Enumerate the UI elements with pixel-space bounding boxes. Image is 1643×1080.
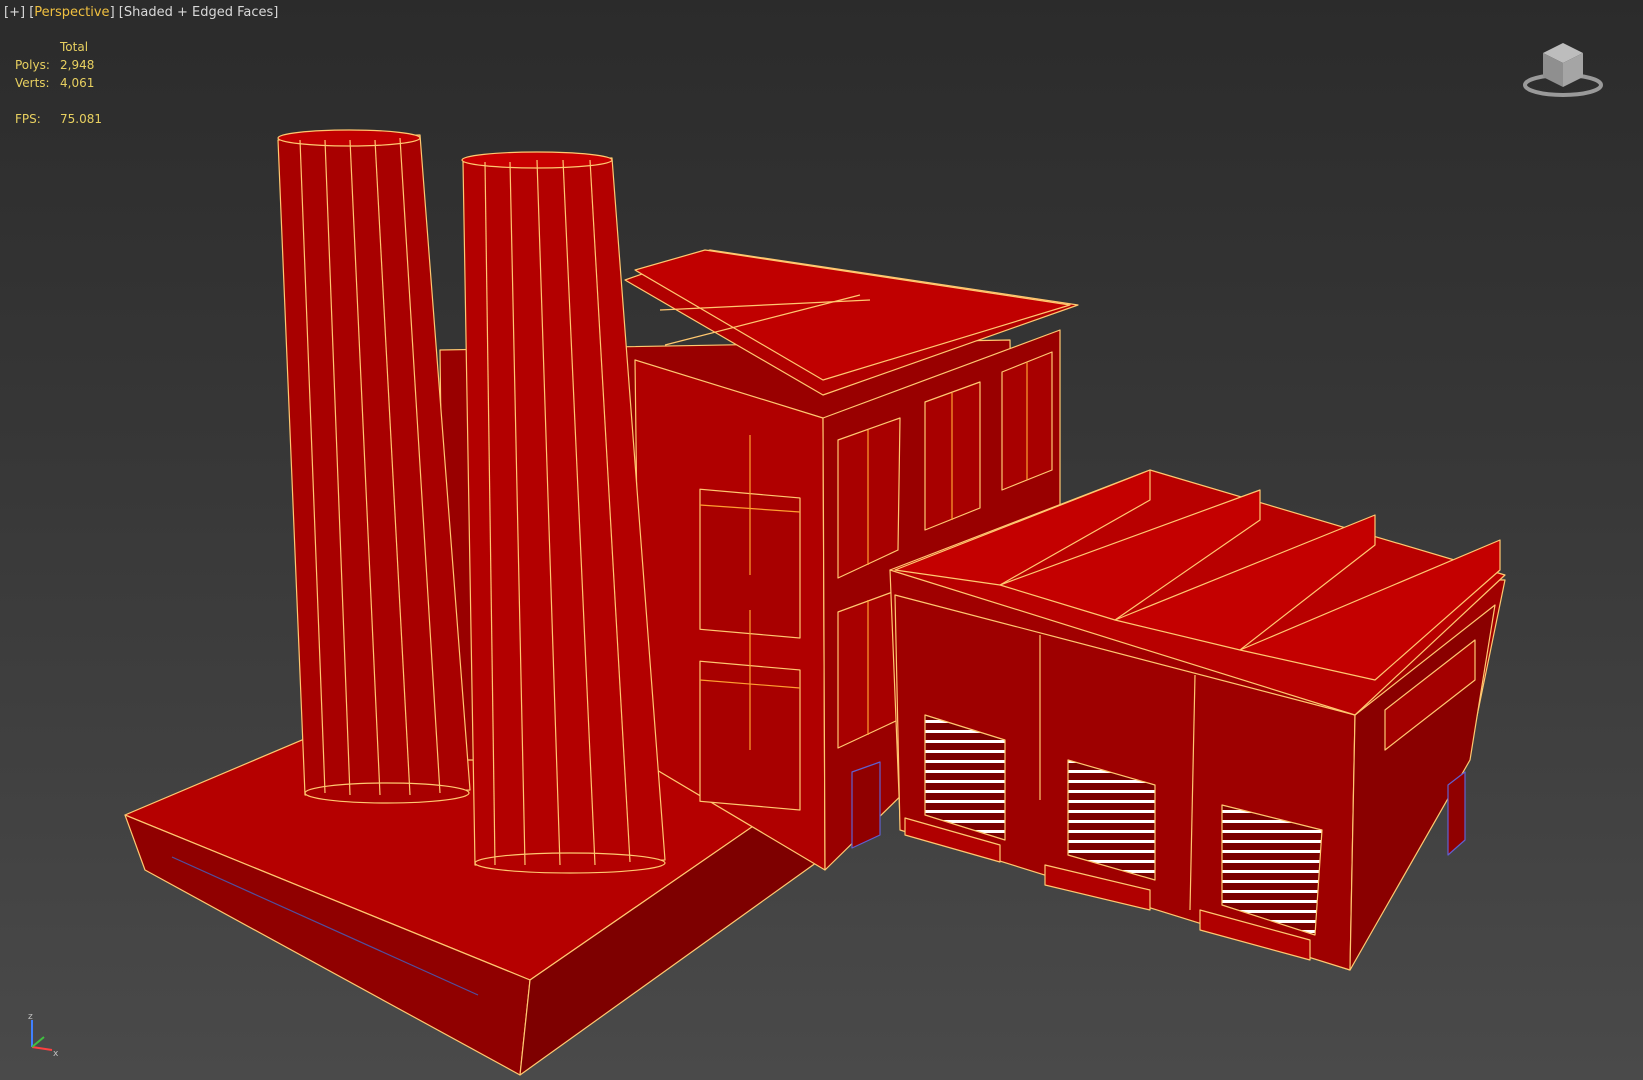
viewcube-icon[interactable] [1518, 35, 1608, 105]
chimney-left[interactable] [277, 129, 471, 804]
axis-x-label: x [53, 1049, 59, 1057]
viewport-3d-scene[interactable] [0, 0, 1643, 1080]
axis-z-label: z [28, 1012, 33, 1022]
axis-tripod-icon: z x [22, 1012, 62, 1059]
chimney-right[interactable] [461, 151, 666, 874]
